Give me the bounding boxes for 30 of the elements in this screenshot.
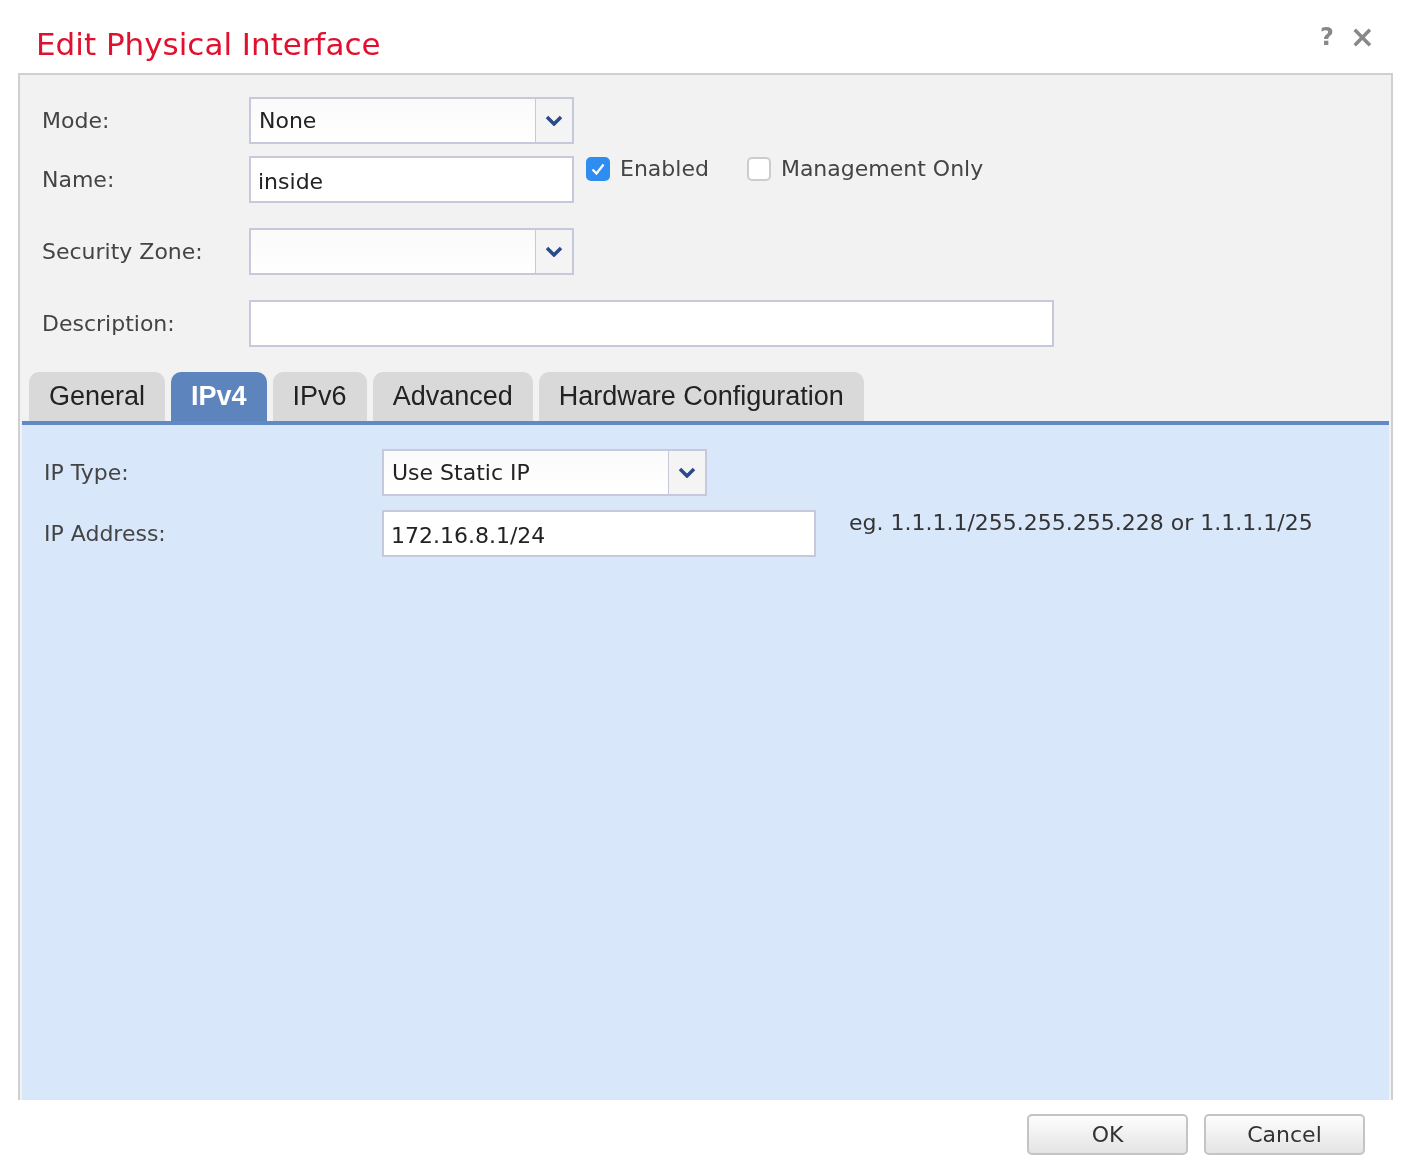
tab[interactable]: IPv4 [171,372,267,421]
text-field[interactable]: 172.16.8.1/24 [382,510,816,557]
help-button[interactable]: ? [1317,22,1336,51]
field-label: IP Address: [44,521,167,546]
tab[interactable]: Hardware Configuration [538,372,864,421]
tab[interactable]: IPv6 [272,372,367,421]
field-label: Description: [42,311,176,336]
checkbox-label: Management Only [780,156,984,181]
dropdown-field[interactable]: Use Static IP [382,449,707,496]
text-field[interactable]: inside [249,156,574,203]
field-label: Mode: [42,108,111,133]
caret-icon [545,246,563,257]
window-title: Edit Physical Interface [36,24,381,62]
dialog-button[interactable]: OK [1027,1114,1188,1155]
tab[interactable]: General [29,372,166,421]
dropdown-field[interactable]: None [249,97,574,144]
tab[interactable]: Advanced [372,372,533,421]
field-label: IP Type: [44,460,130,485]
close-button[interactable]: × [1347,19,1377,54]
checkbox[interactable] [586,156,610,181]
checkbox[interactable] [746,156,771,181]
hint-text: eg. 1.1.1.1/255.255.255.228 or 1.1.1.1/25 [849,510,1313,535]
dropdown-field[interactable] [249,228,574,275]
text-field[interactable] [249,300,1054,347]
field-label: Security Zone: [42,239,204,264]
field-label: Name: [42,167,116,192]
checkbox-label: Enabled [620,156,709,181]
caret-icon [678,467,696,478]
dialog-button[interactable]: Cancel [1204,1114,1365,1155]
caret-icon [545,115,563,126]
